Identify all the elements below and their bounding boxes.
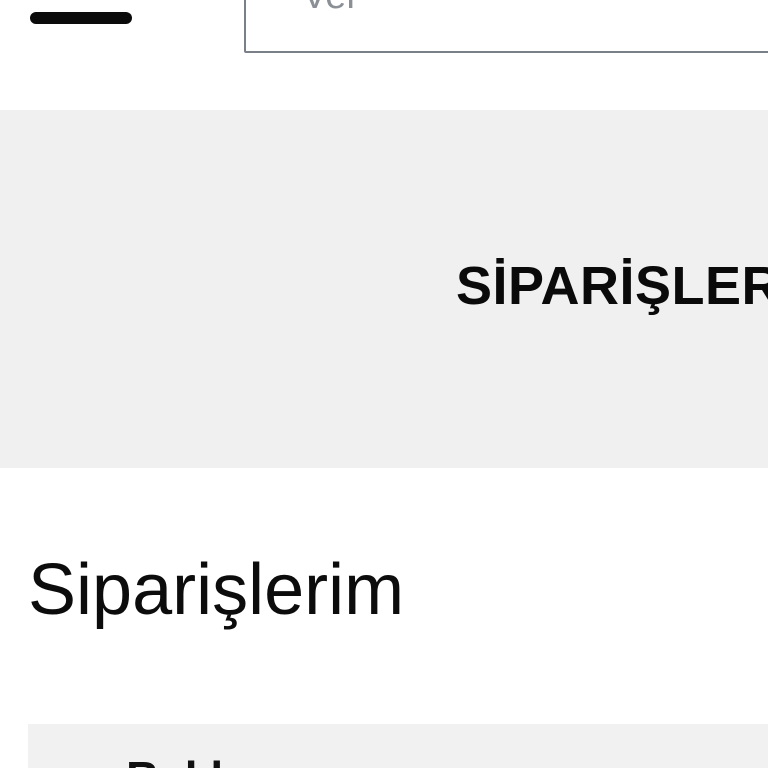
search-input[interactable] [302, 0, 768, 16]
orders-page: SİPARİŞLER Siparişlerim Bekleyen [0, 0, 768, 768]
order-status-card[interactable]: Bekleyen [28, 724, 768, 768]
page-title: Siparişlerim [28, 550, 405, 630]
order-status-label: Bekleyen [126, 750, 328, 768]
search-box[interactable] [244, 0, 768, 53]
hamburger-menu-icon [30, 12, 132, 24]
orders-banner: SİPARİŞLER [0, 110, 768, 468]
banner-title: SİPARİŞLER [456, 256, 768, 316]
menu-button[interactable] [22, 0, 140, 44]
